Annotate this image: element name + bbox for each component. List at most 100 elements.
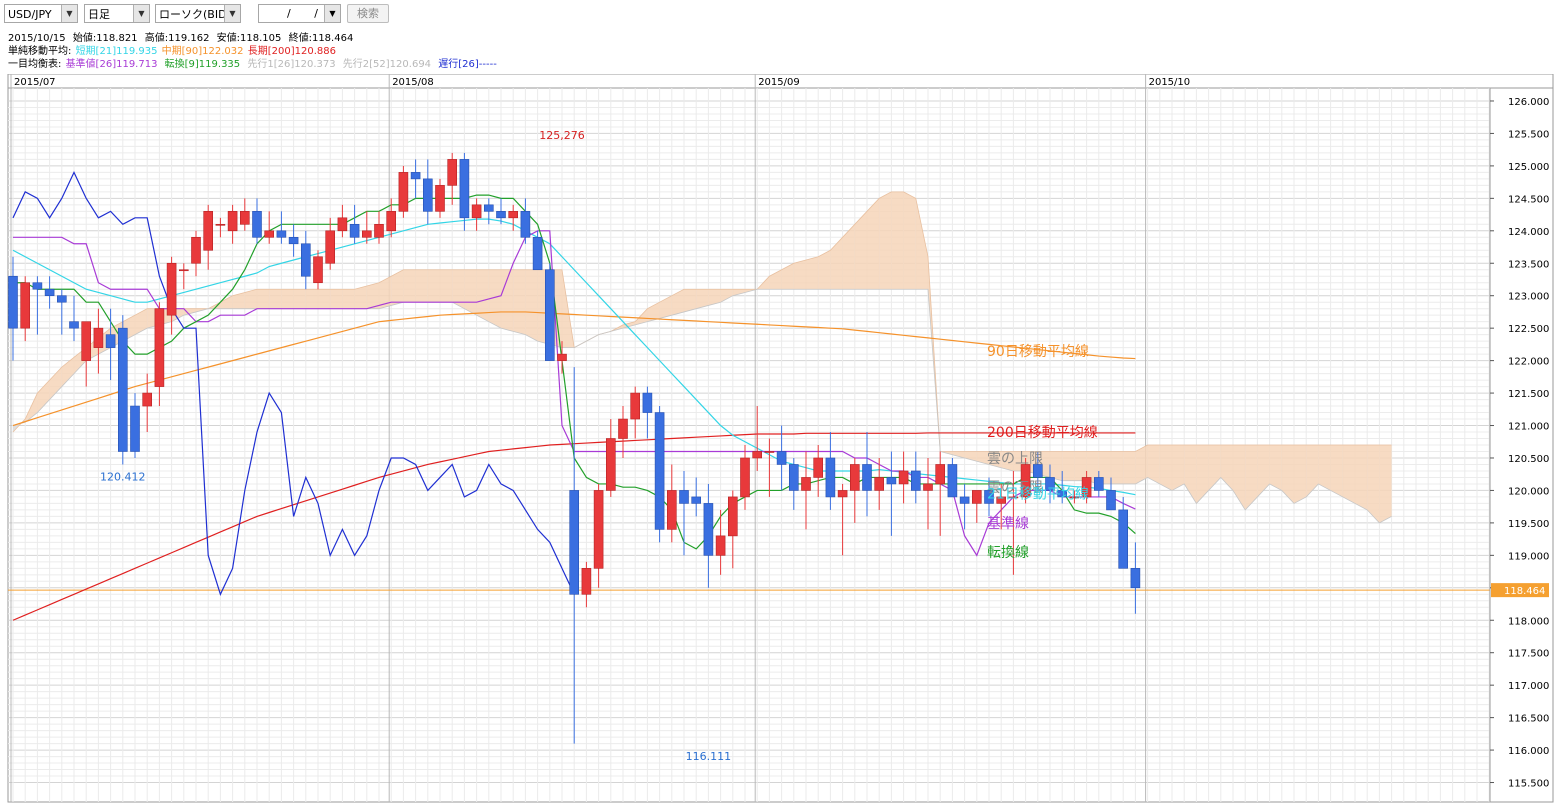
chevron-down-icon[interactable]: ▼ xyxy=(324,5,340,22)
ohlc-date: 2015/10/15 xyxy=(8,33,66,44)
y-tick-label: 119.500 xyxy=(1508,519,1549,530)
toolbar: USD/JPY ▼ 日足 ▼ ローソク(BID) ▼ / / ▼ 検索 xyxy=(0,0,1561,30)
cloud-segment xyxy=(1269,445,1282,491)
cloud-segment xyxy=(903,191,916,290)
y-tick-label: 115.500 xyxy=(1508,779,1549,790)
cloud-segment xyxy=(257,289,270,309)
candle-body xyxy=(276,230,287,238)
y-tick-label: 120.000 xyxy=(1508,486,1549,497)
cloud-segment xyxy=(867,198,880,290)
candle-body xyxy=(813,457,824,478)
chart-kind-select[interactable]: ローソク(BID) ▼ xyxy=(155,4,241,23)
symbol-select[interactable]: USD/JPY ▼ xyxy=(4,4,78,23)
y-tick-label: 116.000 xyxy=(1508,746,1549,757)
cloud-segment xyxy=(684,289,697,312)
date-input[interactable]: / / ▼ xyxy=(258,4,341,23)
x-tick-label: 2015/09 xyxy=(758,77,800,88)
candle-body xyxy=(666,490,677,530)
candle-body xyxy=(337,217,348,232)
cloud-segment xyxy=(1172,445,1185,491)
candle-body xyxy=(471,204,482,219)
candle-body xyxy=(215,224,226,226)
candle-body xyxy=(764,451,775,453)
chart-area[interactable]: 2015/07 2015/08 2015/09 2015/10 125,276 120.4… xyxy=(0,73,1561,805)
candle-body xyxy=(752,451,763,459)
cloud-segment xyxy=(1318,445,1331,491)
y-tick-label: 117.000 xyxy=(1508,681,1549,692)
cloud-segment xyxy=(318,289,331,309)
candle-body xyxy=(20,282,31,329)
cloud-segment xyxy=(1062,451,1075,481)
cloud-segment xyxy=(476,269,489,322)
cloud-segment xyxy=(354,285,367,309)
candle-body xyxy=(252,211,262,238)
candle-body xyxy=(422,178,433,212)
symbol-value: USD/JPY xyxy=(8,8,52,21)
x-tick-label: 2015/08 xyxy=(392,77,434,88)
candle-body xyxy=(654,412,665,530)
candle-body xyxy=(630,392,641,420)
candle-body xyxy=(142,392,152,407)
candlestick-chart[interactable]: 2015/07 2015/08 2015/09 2015/10 125,276 120.4… xyxy=(0,73,1561,805)
y-tick-label: 116.500 xyxy=(1508,714,1549,725)
candle-body xyxy=(618,418,628,439)
y-tick-label: 123.500 xyxy=(1508,259,1549,270)
y-tick-label: 122.000 xyxy=(1508,357,1549,368)
candle-body xyxy=(703,503,714,556)
date-value: / / xyxy=(287,7,328,20)
candle-body xyxy=(520,211,531,238)
cloud-segment xyxy=(1159,445,1172,491)
candle-body xyxy=(69,321,79,329)
sma-long: 長期[200]120.886 xyxy=(247,46,336,57)
ichimoku-kijun: 基準値[26]119.713 xyxy=(65,59,158,70)
candle-body xyxy=(447,159,458,186)
search-button[interactable]: 検索 xyxy=(347,4,389,23)
cloud-segment xyxy=(464,269,477,316)
candle-body xyxy=(971,490,982,504)
candle-body xyxy=(581,568,592,595)
candle-body xyxy=(32,282,43,290)
candle-body xyxy=(1106,490,1116,511)
candle-body xyxy=(349,224,360,238)
candle-body xyxy=(203,211,213,251)
cloud-segment xyxy=(440,269,453,303)
period-select[interactable]: 日足 ▼ xyxy=(84,4,150,23)
candle-body xyxy=(240,211,250,225)
sma-short: 短期[21]119.935 xyxy=(75,46,158,57)
y-tick-label: 122.500 xyxy=(1508,324,1549,335)
candle-body xyxy=(569,490,580,595)
chevron-down-icon[interactable]: ▼ xyxy=(61,5,77,22)
candle-body xyxy=(435,185,445,212)
y-tick-label: 123.000 xyxy=(1508,292,1549,303)
candle-body xyxy=(825,457,836,498)
candle-body xyxy=(849,464,860,491)
y-tick-label: 125.000 xyxy=(1508,162,1549,173)
candle-body xyxy=(93,327,104,348)
y-tick-label: 117.500 xyxy=(1508,649,1549,660)
cloud-segment xyxy=(513,269,526,335)
candle-body xyxy=(313,256,323,284)
cloud-segment xyxy=(854,211,867,290)
cloud-segment xyxy=(1111,451,1124,484)
chevron-down-icon[interactable]: ▼ xyxy=(133,5,149,22)
y-tick-label: 121.500 xyxy=(1508,389,1549,400)
candle-body xyxy=(483,204,494,212)
x-tick-label: 2015/07 xyxy=(14,77,56,88)
cloud-segment xyxy=(1294,445,1307,504)
y-tick-label: 124.500 xyxy=(1508,194,1549,205)
candle-body xyxy=(1130,568,1141,589)
line-label: 基準線 xyxy=(987,515,1029,532)
candle-body xyxy=(1094,477,1104,491)
cloud-segment xyxy=(1355,445,1368,510)
candle-body xyxy=(118,327,128,452)
cloud-segment xyxy=(366,282,379,309)
period-value: 日足 xyxy=(88,8,110,21)
candle-body xyxy=(788,464,799,491)
y-tick-label: 120.500 xyxy=(1508,454,1549,465)
candle-body xyxy=(544,269,555,361)
cloud-segment xyxy=(1367,445,1380,523)
chevron-down-icon[interactable]: ▼ xyxy=(224,5,240,22)
candle-body xyxy=(361,230,372,238)
candle-body xyxy=(191,236,201,264)
candle-body xyxy=(532,236,543,271)
